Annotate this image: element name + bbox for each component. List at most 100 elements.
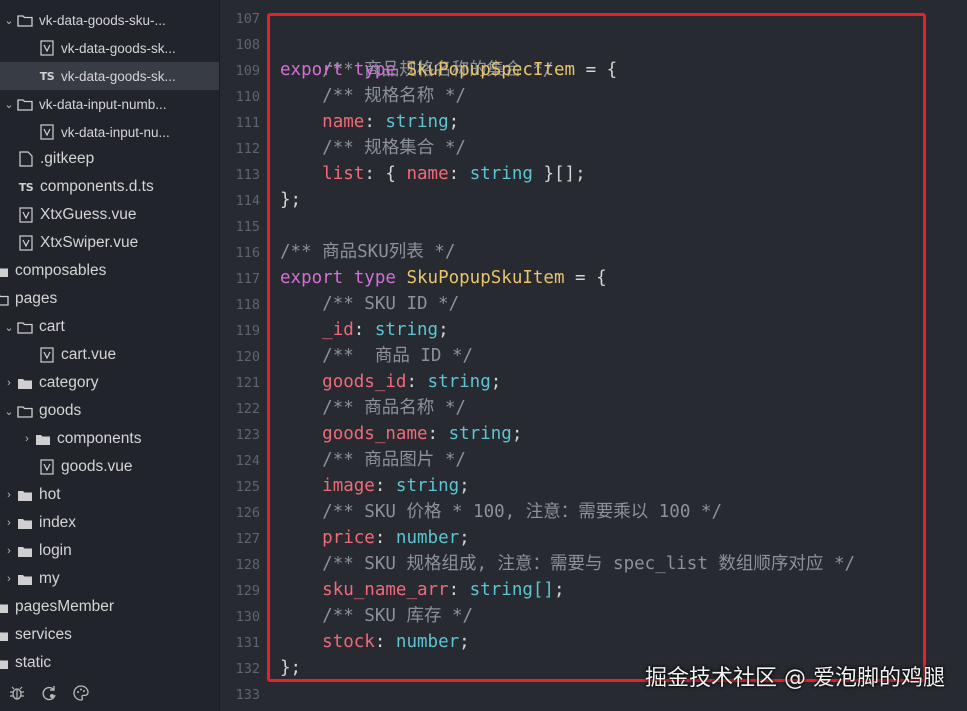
line-number: 122 [235,401,260,417]
tree-folder-cart[interactable]: ⌄ cart [0,313,219,341]
line-number: 130 [235,609,260,625]
tree-file-components-d-ts[interactable]: TS components.d.ts [0,173,219,201]
tree-item-label: .gitkeep [40,150,95,167]
sidebar-bottom-toolbar [0,679,219,711]
folder-icon [16,487,34,503]
line-number: 119 [235,323,260,339]
line-number-gutter: 107 108 109 110 111 112 113 114 115 116 … [220,0,270,711]
line-number: 133 [235,687,260,703]
folder-open-icon [16,96,34,112]
tree-item-label: goods [39,402,82,419]
line-number: 126 [235,505,260,521]
palette-icon[interactable] [72,684,90,706]
file-explorer-sidebar: ⌄ vk-data-goods-sku-... vk-data-goods-sk… [0,0,219,711]
tree-item-label: vk-data-goods-sk... [61,40,176,56]
tree-folder-my[interactable]: › my [0,565,219,593]
tree-item-label: hot [39,486,61,503]
line-number: 125 [235,479,260,495]
folder-icon [0,655,10,671]
tree-item-label: XtxGuess.vue [40,206,137,223]
folder-icon [34,431,52,447]
tree-folder-goods-components[interactable]: › components [0,425,219,453]
chevron-right-icon: › [7,545,11,557]
chevron-down-icon: ⌄ [4,321,14,334]
line-number: 132 [235,661,260,677]
folder-icon [0,263,10,279]
folder-open-icon [16,12,34,28]
tree-folder-services[interactable]: services [0,621,219,649]
chevron-right-icon: › [7,377,11,389]
tree-file-vk-data-goods-sku-vue[interactable]: vk-data-goods-sk... [0,34,219,62]
tree-folder-category[interactable]: › category [0,369,219,397]
line-number: 131 [235,635,260,651]
folder-icon [16,571,34,587]
folder-open-icon [0,291,10,307]
tree-item-label: services [15,626,72,643]
sync-icon[interactable] [40,684,58,706]
line-number: 115 [235,219,260,235]
vue-file-icon [38,347,56,363]
tree-folder-vk-data-input-number[interactable]: ⌄ vk-data-input-numb... [0,90,219,118]
chevron-down-icon: ⌄ [4,14,14,27]
highlight-box [267,13,926,682]
tree-item-label: components.d.ts [40,178,154,195]
bug-icon[interactable] [8,684,26,706]
tree-item-label: cart.vue [61,346,117,363]
line-number: 124 [235,453,260,469]
line-number: 128 [235,557,260,573]
chevron-right-icon: › [7,489,11,501]
line-number: 129 [235,583,260,599]
folder-icon [0,627,10,643]
file-icon [17,151,35,167]
tree-folder-pagesmember[interactable]: pagesMember [0,593,219,621]
vue-file-icon [38,459,56,475]
tree-item-label: XtxSwiper.vue [40,234,139,251]
line-number: 112 [235,141,260,157]
tree-file-vk-data-input-number-vue[interactable]: vk-data-input-nu... [0,118,219,146]
line-number: 108 [235,37,260,53]
tree-folder-composables[interactable]: composables [0,257,219,285]
line-number: 116 [235,245,260,261]
tree-file-gitkeep[interactable]: .gitkeep [0,145,219,173]
tree-item-label: composables [15,262,107,279]
folder-open-icon [16,403,34,419]
vue-file-icon [17,207,35,223]
chevron-down-icon: ⌄ [4,405,14,418]
line-number: 121 [235,375,260,391]
tree-file-vk-data-goods-sku-ts[interactable]: TS vk-data-goods-sk... [0,62,219,90]
ts-file-icon: TS [39,69,55,83]
folder-icon [16,375,34,391]
tree-file-goods-vue[interactable]: goods.vue [0,453,219,481]
folder-icon [16,515,34,531]
tree-file-xtxswiper-vue[interactable]: XtxSwiper.vue [0,229,219,257]
tree-item-label: static [15,654,52,671]
tree-item-label: vk-data-input-numb... [39,96,167,112]
folder-icon [16,543,34,559]
line-number: 127 [235,531,260,547]
ts-file-icon: TS [18,180,34,194]
line-number: 110 [235,89,260,105]
line-number: 120 [235,349,260,365]
tree-item-label: vk-data-input-nu... [61,124,170,140]
tree-item-label: pages [15,290,58,307]
tree-item-label: category [39,374,99,391]
line-number: 117 [235,271,260,287]
vue-file-icon [38,40,56,56]
tree-item-label: login [39,542,72,559]
chevron-right-icon: › [7,573,11,585]
vue-file-icon [17,235,35,251]
line-number: 114 [235,193,260,209]
line-number: 111 [235,115,260,131]
tree-folder-goods[interactable]: ⌄ goods [0,397,219,425]
tree-folder-login[interactable]: › login [0,537,219,565]
tree-folder-static[interactable]: static [0,649,219,677]
tree-folder-hot[interactable]: › hot [0,481,219,509]
tree-folder-vk-data-goods-sku[interactable]: ⌄ vk-data-goods-sku-... [0,6,219,34]
tree-file-xtxguess-vue[interactable]: XtxGuess.vue [0,201,219,229]
tree-item-label: vk-data-goods-sku-... [39,12,166,28]
tree-folder-pages[interactable]: pages [0,285,219,313]
tree-file-cart-vue[interactable]: cart.vue [0,341,219,369]
tree-item-label: vk-data-goods-sk... [61,68,176,84]
tree-folder-index[interactable]: › index [0,509,219,537]
chevron-right-icon: › [7,517,11,529]
